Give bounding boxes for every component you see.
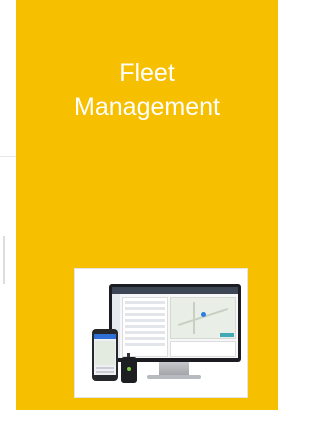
adjacent-card-mark [3,236,5,284]
phone-map [95,341,115,365]
dashboard-summary-panel [170,341,236,357]
phone-icon [92,329,118,381]
gps-tracker-icon [121,357,137,383]
dashboard-topbar [112,287,238,294]
monitor-stand [159,362,189,376]
phone-screen [94,334,116,375]
card-title-line-1: Fleet [119,59,175,87]
card-title-line-2: Management [74,93,220,121]
fleet-management-card[interactable]: Fleet Management [16,0,278,410]
monitor-base [147,375,201,379]
monitor-icon [109,284,241,362]
map-pin-icon [201,312,206,317]
dashboard-screen [112,287,238,358]
tracker-led [127,367,131,371]
dashboard-list-panel [122,297,168,357]
dashboard-action-button [220,333,234,337]
product-image [74,268,248,398]
card-title: Fleet Management [16,56,278,124]
